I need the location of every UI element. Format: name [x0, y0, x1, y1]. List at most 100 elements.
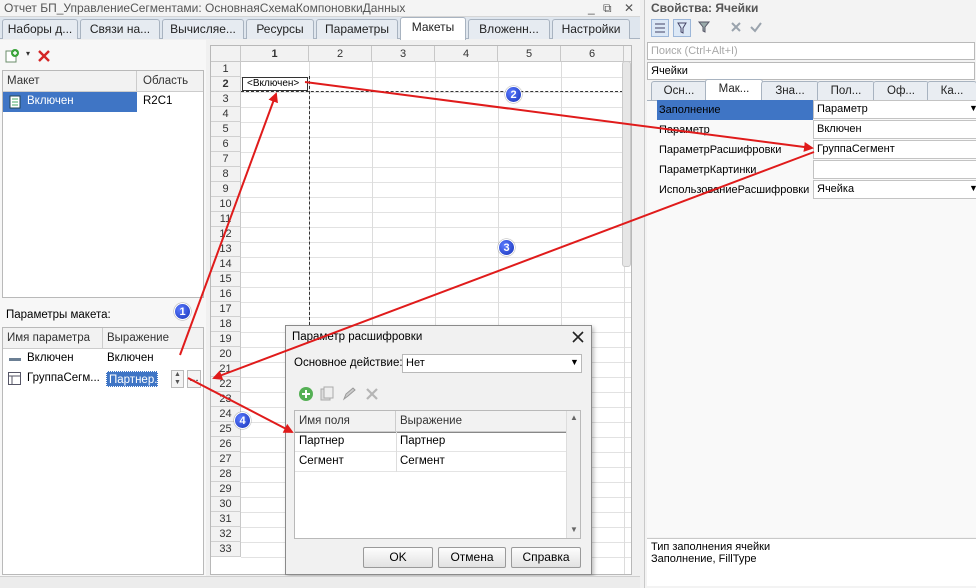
tab-parameters[interactable]: Параметры	[316, 19, 398, 39]
categories-icon[interactable]	[651, 19, 669, 37]
column-header[interactable]: 3	[372, 46, 435, 62]
help-button[interactable]: Справка	[511, 547, 581, 568]
row-header[interactable]: 28	[211, 467, 241, 482]
row-header[interactable]: 15	[211, 272, 241, 287]
close-icon[interactable]: ✕	[624, 0, 634, 17]
copy-icon[interactable]	[319, 386, 335, 402]
row-header[interactable]: 3	[211, 92, 241, 107]
prop-value-drilldown-usage[interactable]: Ячейка	[813, 180, 976, 199]
check-icon[interactable]	[749, 19, 763, 37]
sort-icon[interactable]	[673, 19, 691, 37]
row-header[interactable]: 17	[211, 302, 241, 317]
tab-links[interactable]: Связи на...	[80, 19, 160, 39]
prop-value-picture-parameter[interactable]	[813, 160, 976, 179]
restore-icon[interactable]: ⧉	[603, 0, 612, 17]
tab-design[interactable]: Оф...	[873, 81, 929, 100]
chevron-down-icon[interactable]: ▼	[570, 357, 579, 367]
table-row[interactable]: Включен Включен	[3, 349, 203, 369]
row-header[interactable]: 4	[211, 107, 241, 122]
row-header[interactable]: 11	[211, 212, 241, 227]
properties-search-input[interactable]: Поиск (Ctrl+Alt+I)	[647, 42, 975, 60]
column-header[interactable]: 2	[309, 46, 372, 62]
column-header[interactable]: 5	[498, 46, 561, 62]
cell-r2c1[interactable]: <Включен>	[242, 77, 308, 91]
edit-icon[interactable]	[341, 386, 357, 402]
row-header[interactable]: 14	[211, 257, 241, 272]
tab-layout[interactable]: Мак...	[705, 79, 763, 100]
tab-main[interactable]: Осн...	[651, 81, 707, 100]
main-action-select[interactable]: Нет	[402, 354, 582, 373]
tab-values[interactable]: Зна...	[761, 81, 819, 100]
row-header[interactable]: 33	[211, 542, 241, 557]
delete-icon[interactable]	[37, 49, 51, 63]
prop-value-fill[interactable]: Параметр	[813, 100, 976, 119]
clear-icon[interactable]	[729, 19, 743, 37]
table-row[interactable]: ГруппаСегм... Партнер. ▲ ▼ ...	[3, 369, 203, 389]
object-selector[interactable]: Ячейки	[647, 62, 975, 80]
row-header[interactable]: 27	[211, 452, 241, 467]
row-header[interactable]: 2	[211, 77, 241, 92]
row-header[interactable]: 20	[211, 347, 241, 362]
table-row[interactable]: Партнер Партнер	[295, 432, 566, 452]
row-header[interactable]: 13	[211, 242, 241, 257]
row-header[interactable]: 8	[211, 167, 241, 182]
row-header[interactable]: 16	[211, 287, 241, 302]
row-header[interactable]: 10	[211, 197, 241, 212]
add-icon[interactable]	[298, 386, 314, 402]
row-header[interactable]: 19	[211, 332, 241, 347]
tab-pictures[interactable]: Ка...	[927, 81, 976, 100]
filter-icon[interactable]	[696, 19, 714, 37]
chevron-down-icon[interactable]: ▾	[26, 49, 34, 61]
scroll-down-icon[interactable]: ▼	[570, 525, 578, 534]
chevron-down-icon[interactable]: ▼	[969, 103, 976, 113]
delete-icon[interactable]	[364, 386, 380, 402]
main-action-label: Основное действие:	[294, 357, 403, 369]
ellipsis-button[interactable]: ...	[187, 370, 201, 388]
scroll-up-icon[interactable]: ▲	[570, 413, 578, 422]
tab-datasets[interactable]: Наборы д...	[2, 19, 78, 39]
tab-settings[interactable]: Настройки	[552, 19, 630, 39]
row-header[interactable]: 26	[211, 437, 241, 452]
row-header[interactable]: 23	[211, 392, 241, 407]
tab-fields[interactable]: Пол...	[817, 81, 875, 100]
scrollbar[interactable]	[622, 61, 631, 267]
cancel-button[interactable]: Отмена	[438, 547, 506, 568]
column-header[interactable]: 4	[435, 46, 498, 62]
tab-nested[interactable]: Вложенн...	[468, 19, 550, 39]
tab-calculated[interactable]: Вычисляе...	[162, 19, 244, 39]
column-header[interactable]: 6	[561, 46, 624, 62]
row-header[interactable]: 12	[211, 227, 241, 242]
grid-line	[241, 197, 631, 198]
ok-button[interactable]: OK	[363, 547, 433, 568]
row-header[interactable]: 7	[211, 152, 241, 167]
chevron-down-icon[interactable]: ▼	[969, 183, 976, 193]
param-expression-input[interactable]: Партнер.	[106, 371, 158, 387]
tab-layouts[interactable]: Макеты	[400, 17, 466, 40]
row-header[interactable]: 21	[211, 362, 241, 377]
column-header[interactable]: 1	[241, 46, 309, 62]
row-header[interactable]: 31	[211, 512, 241, 527]
close-icon[interactable]	[570, 329, 586, 345]
row-header[interactable]: 1	[211, 62, 241, 77]
table-row[interactable]: Сегмент Сегмент	[295, 452, 566, 472]
grid-line	[241, 122, 631, 123]
table-row[interactable]: Включен	[3, 92, 137, 112]
row-header[interactable]: 30	[211, 497, 241, 512]
tab-resources[interactable]: Ресурсы	[246, 19, 314, 39]
add-layout-icon[interactable]	[4, 48, 24, 64]
grid-line	[241, 137, 631, 138]
row-header[interactable]: 22	[211, 377, 241, 392]
property-description: Тип заполнения ячейки Заполнение, FillTy…	[647, 538, 976, 586]
prop-name-fill[interactable]: Заполнение	[657, 100, 813, 120]
spinner-icon[interactable]: ▲ ▼	[171, 370, 184, 388]
row-header[interactable]: 5	[211, 122, 241, 137]
row-header[interactable]: 9	[211, 182, 241, 197]
row-header[interactable]: 18	[211, 317, 241, 332]
scrollbar[interactable]: ▲ ▼	[566, 411, 580, 538]
row-header[interactable]: 32	[211, 527, 241, 542]
row-header[interactable]: 6	[211, 137, 241, 152]
prop-value-parameter[interactable]: Включен	[813, 120, 976, 139]
minimize-icon[interactable]: _	[588, 0, 595, 17]
prop-value-drilldown-parameter[interactable]: ГруппаСегмент	[813, 140, 976, 159]
row-header[interactable]: 29	[211, 482, 241, 497]
